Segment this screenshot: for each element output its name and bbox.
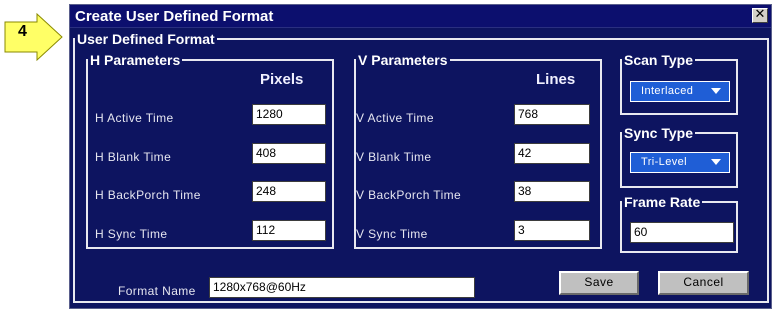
pixels-column-header: Pixels <box>260 71 304 88</box>
lines-column-header: Lines <box>536 71 576 88</box>
v-blank-time-label: V Blank Time <box>356 150 432 164</box>
callout-arrow-icon <box>4 13 63 61</box>
dropdown-arrow-icon <box>711 159 721 165</box>
v-active-time-field[interactable]: 768 <box>514 104 590 125</box>
user-defined-format-legend: User Defined Format <box>77 31 215 47</box>
scan-type-dropdown[interactable]: Interlaced <box>630 81 730 102</box>
title-bar[interactable]: Create User Defined Format ✕ <box>70 5 771 28</box>
h-active-time-label: H Active Time <box>95 111 174 125</box>
format-name-label: Format Name <box>118 284 196 298</box>
create-format-dialog: Create User Defined Format ✕ User Define… <box>69 4 772 309</box>
v-backporch-time-label: V BackPorch Time <box>356 188 462 202</box>
sync-type-selected: Tri-Level <box>641 156 687 168</box>
close-button[interactable]: ✕ <box>752 8 768 23</box>
v-sync-time-field[interactable]: 3 <box>514 220 590 241</box>
v-backporch-time-field[interactable]: 38 <box>514 181 590 202</box>
save-button[interactable]: Save <box>559 271 639 295</box>
v-blank-time-field[interactable]: 42 <box>514 143 590 164</box>
h-sync-time-field[interactable]: 112 <box>252 220 326 241</box>
h-blank-time-label: H Blank Time <box>95 150 172 164</box>
h-backporch-time-field[interactable]: 248 <box>252 181 326 202</box>
v-active-time-label: V Active Time <box>356 111 434 125</box>
callout-number: 4 <box>18 23 27 40</box>
v-sync-time-label: V Sync Time <box>356 227 428 241</box>
cancel-button[interactable]: Cancel <box>658 271 749 295</box>
frame-rate-legend: Frame Rate <box>624 194 701 210</box>
h-sync-time-label: H Sync Time <box>95 227 168 241</box>
dropdown-arrow-icon <box>711 88 721 94</box>
scan-type-legend: Scan Type <box>624 52 693 68</box>
h-blank-time-field[interactable]: 408 <box>252 143 326 164</box>
callout-marker: 4 <box>4 13 66 61</box>
sync-type-legend: Sync Type <box>624 125 693 141</box>
scan-type-selected: Interlaced <box>641 85 694 97</box>
h-parameters-legend: H Parameters <box>90 52 181 68</box>
sync-type-dropdown[interactable]: Tri-Level <box>630 152 730 173</box>
h-backporch-time-label: H BackPorch Time <box>95 188 201 202</box>
v-parameters-legend: V Parameters <box>358 52 448 68</box>
h-active-time-field[interactable]: 1280 <box>252 104 326 125</box>
close-icon: ✕ <box>754 7 766 22</box>
dialog-title: Create User Defined Format <box>75 8 274 25</box>
format-name-field[interactable]: 1280x768@60Hz <box>209 277 475 298</box>
frame-rate-field[interactable]: 60 <box>630 222 734 243</box>
